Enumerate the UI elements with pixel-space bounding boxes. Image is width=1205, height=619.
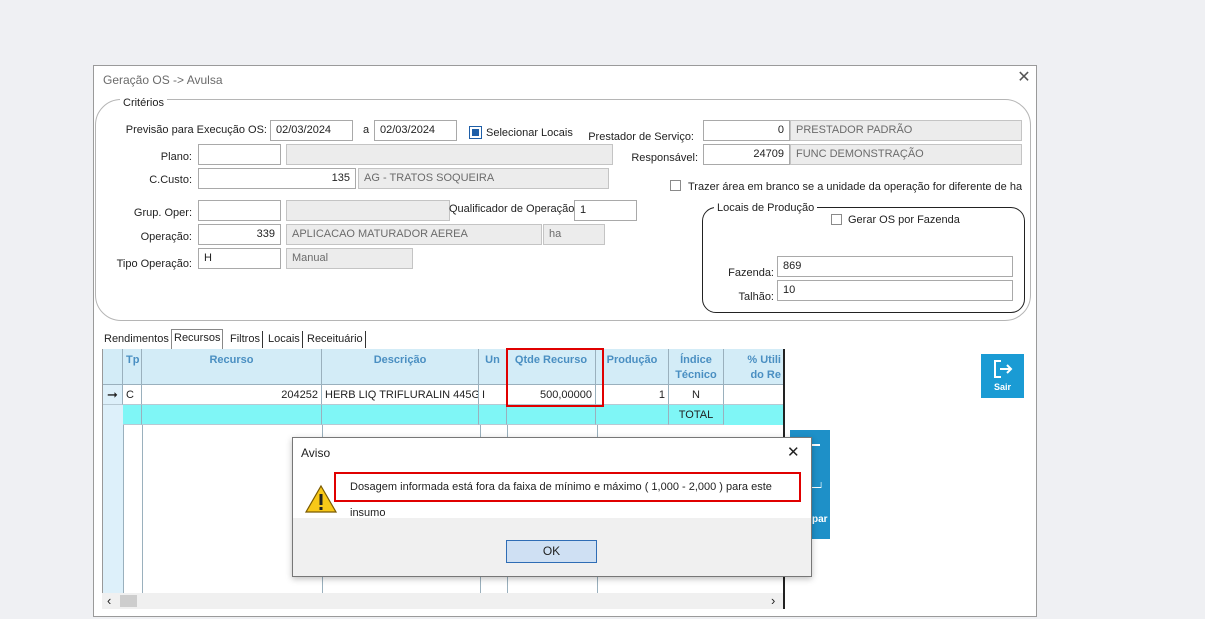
- header-descricao[interactable]: Descrição: [322, 349, 479, 385]
- operacao-label: Operação:: [140, 231, 192, 243]
- plano-label: Plano:: [160, 151, 192, 163]
- sair-label: Sair: [993, 382, 1011, 392]
- total-cell: [596, 405, 669, 425]
- sair-button[interactable]: Sair: [981, 354, 1024, 398]
- cell-un[interactable]: I: [479, 385, 507, 405]
- header-utilizacao[interactable]: % Utili do Re: [724, 349, 785, 385]
- talhao-input[interactable]: 10: [777, 280, 1013, 301]
- locais-legend: Locais de Produção: [714, 202, 818, 214]
- total-label: TOTAL: [669, 405, 724, 425]
- grup-oper-label: Grup. Oper:: [133, 207, 192, 219]
- prestador-label: Prestador de Serviço:: [588, 131, 694, 143]
- header-tp[interactable]: Tp: [123, 349, 142, 385]
- tipo-operacao-input[interactable]: H: [198, 248, 281, 269]
- header-producao[interactable]: Produção: [596, 349, 669, 385]
- gerar-os-label: Gerar OS por Fazenda: [848, 214, 960, 226]
- tab-recursos[interactable]: Recursos: [171, 329, 224, 349]
- tab-receituario[interactable]: Receituário: [305, 331, 366, 348]
- cell-utilizacao[interactable]: [724, 385, 785, 405]
- total-row: TOTAL: [123, 405, 785, 425]
- total-cell: [142, 405, 322, 425]
- ccusto-label: C.Custo:: [149, 174, 192, 186]
- tab-locais[interactable]: Locais: [266, 331, 303, 348]
- prestador-name-field: PRESTADOR PADRÃO: [790, 120, 1022, 141]
- warning-icon: [304, 484, 338, 513]
- scroll-left-icon[interactable]: ‹: [107, 593, 111, 608]
- ok-button[interactable]: OK: [506, 540, 597, 563]
- qualificador-input[interactable]: 1: [574, 200, 637, 221]
- window-title: Geração OS -> Avulsa: [103, 73, 223, 87]
- selecionar-locais-label: Selecionar Locais: [486, 127, 573, 139]
- table-row[interactable]: ➞ C 204252 HERB LIQ TRIFLURALIN 445G I 5…: [103, 385, 785, 405]
- cell-tp[interactable]: C: [123, 385, 142, 405]
- prestador-code-input[interactable]: 0: [703, 120, 790, 141]
- plano-name-field: [286, 144, 613, 165]
- trazer-area-label: Trazer área em branco se a unidade da op…: [688, 181, 1022, 193]
- ccusto-name-field: AG - TRATOS SOQUEIRA: [358, 168, 609, 189]
- responsavel-label: Responsável:: [631, 152, 698, 164]
- grup-oper-input[interactable]: [198, 200, 281, 221]
- tipo-operacao-label: Tipo Operação:: [116, 258, 192, 270]
- dialog-titlebar: Aviso ✕: [293, 438, 811, 468]
- fazenda-input[interactable]: 869: [777, 256, 1013, 277]
- qualificador-label: Qualificador de Operação: [449, 203, 575, 215]
- fazenda-label: Fazenda:: [728, 267, 774, 279]
- row-pointer-icon: ➞: [103, 385, 123, 405]
- responsavel-code-input[interactable]: 24709: [703, 144, 790, 165]
- header-indicator: [103, 349, 123, 385]
- row-indicator-column: [103, 425, 124, 593]
- qtde-highlight: [506, 348, 604, 407]
- dialog-message: Dosagem informada está fora da faixa de …: [334, 472, 801, 519]
- total-cell: [123, 405, 142, 425]
- operacao-unit-field: ha: [543, 224, 605, 245]
- plano-input[interactable]: [198, 144, 281, 165]
- date-sep-label: a: [363, 124, 370, 136]
- column-divider: [123, 425, 143, 593]
- previsao-label: Previsão para Execução OS:: [125, 124, 267, 136]
- scroll-right-icon[interactable]: ›: [771, 593, 775, 608]
- ccusto-code-input[interactable]: 135: [198, 168, 356, 189]
- cell-descricao[interactable]: HERB LIQ TRIFLURALIN 445G: [322, 385, 479, 405]
- operacao-code-input[interactable]: 339: [198, 224, 281, 245]
- header-util-line1: % Utili: [747, 354, 781, 366]
- exit-icon: [993, 360, 1012, 378]
- hidden-button-label: par: [812, 514, 828, 525]
- gerar-os-checkbox[interactable]: [831, 214, 842, 225]
- grup-oper-name-field: [286, 200, 450, 221]
- trazer-area-checkbox[interactable]: [670, 180, 681, 191]
- total-cell: [322, 405, 479, 425]
- responsavel-name-field: FUNC DEMONSTRAÇÃO: [790, 144, 1022, 165]
- scroll-thumb[interactable]: [120, 595, 137, 607]
- cell-recurso[interactable]: 204252: [142, 385, 322, 405]
- close-icon[interactable]: ✕: [787, 443, 800, 461]
- tab-filtros[interactable]: Filtros: [228, 331, 263, 348]
- date-to-input[interactable]: 02/03/2024: [374, 120, 457, 141]
- close-icon[interactable]: ✕: [1015, 69, 1033, 87]
- cell-producao[interactable]: 1: [596, 385, 669, 405]
- total-cell: [479, 405, 507, 425]
- header-indice-tecnico[interactable]: Índice Técnico: [669, 349, 724, 385]
- header-un[interactable]: Un: [479, 349, 507, 385]
- total-cell: [507, 405, 596, 425]
- horizontal-scrollbar[interactable]: ‹ ›: [102, 593, 784, 609]
- tab-rendimentos[interactable]: Rendimentos: [102, 331, 171, 348]
- header-util-line2: do Re: [750, 369, 781, 381]
- selecionar-locais-checkbox[interactable]: [469, 126, 482, 139]
- cell-indice-tecnico[interactable]: N: [669, 385, 724, 405]
- criteria-legend: Critérios: [120, 97, 167, 109]
- date-from-input[interactable]: 02/03/2024: [270, 120, 353, 141]
- button-icon-fragment: [812, 444, 820, 446]
- dialog-title: Aviso: [301, 446, 331, 460]
- warning-dialog: Aviso ✕ Dosagem informada está fora da f…: [292, 437, 812, 577]
- operacao-name-field: APLICACAO MATURADOR AEREA: [286, 224, 542, 245]
- tipo-operacao-name-field: Manual: [286, 248, 413, 269]
- header-indice-line1: Índice: [680, 354, 712, 366]
- talhao-label: Talhão:: [738, 291, 774, 303]
- header-recurso[interactable]: Recurso: [142, 349, 322, 385]
- header-indice-line2: Técnico: [675, 369, 717, 381]
